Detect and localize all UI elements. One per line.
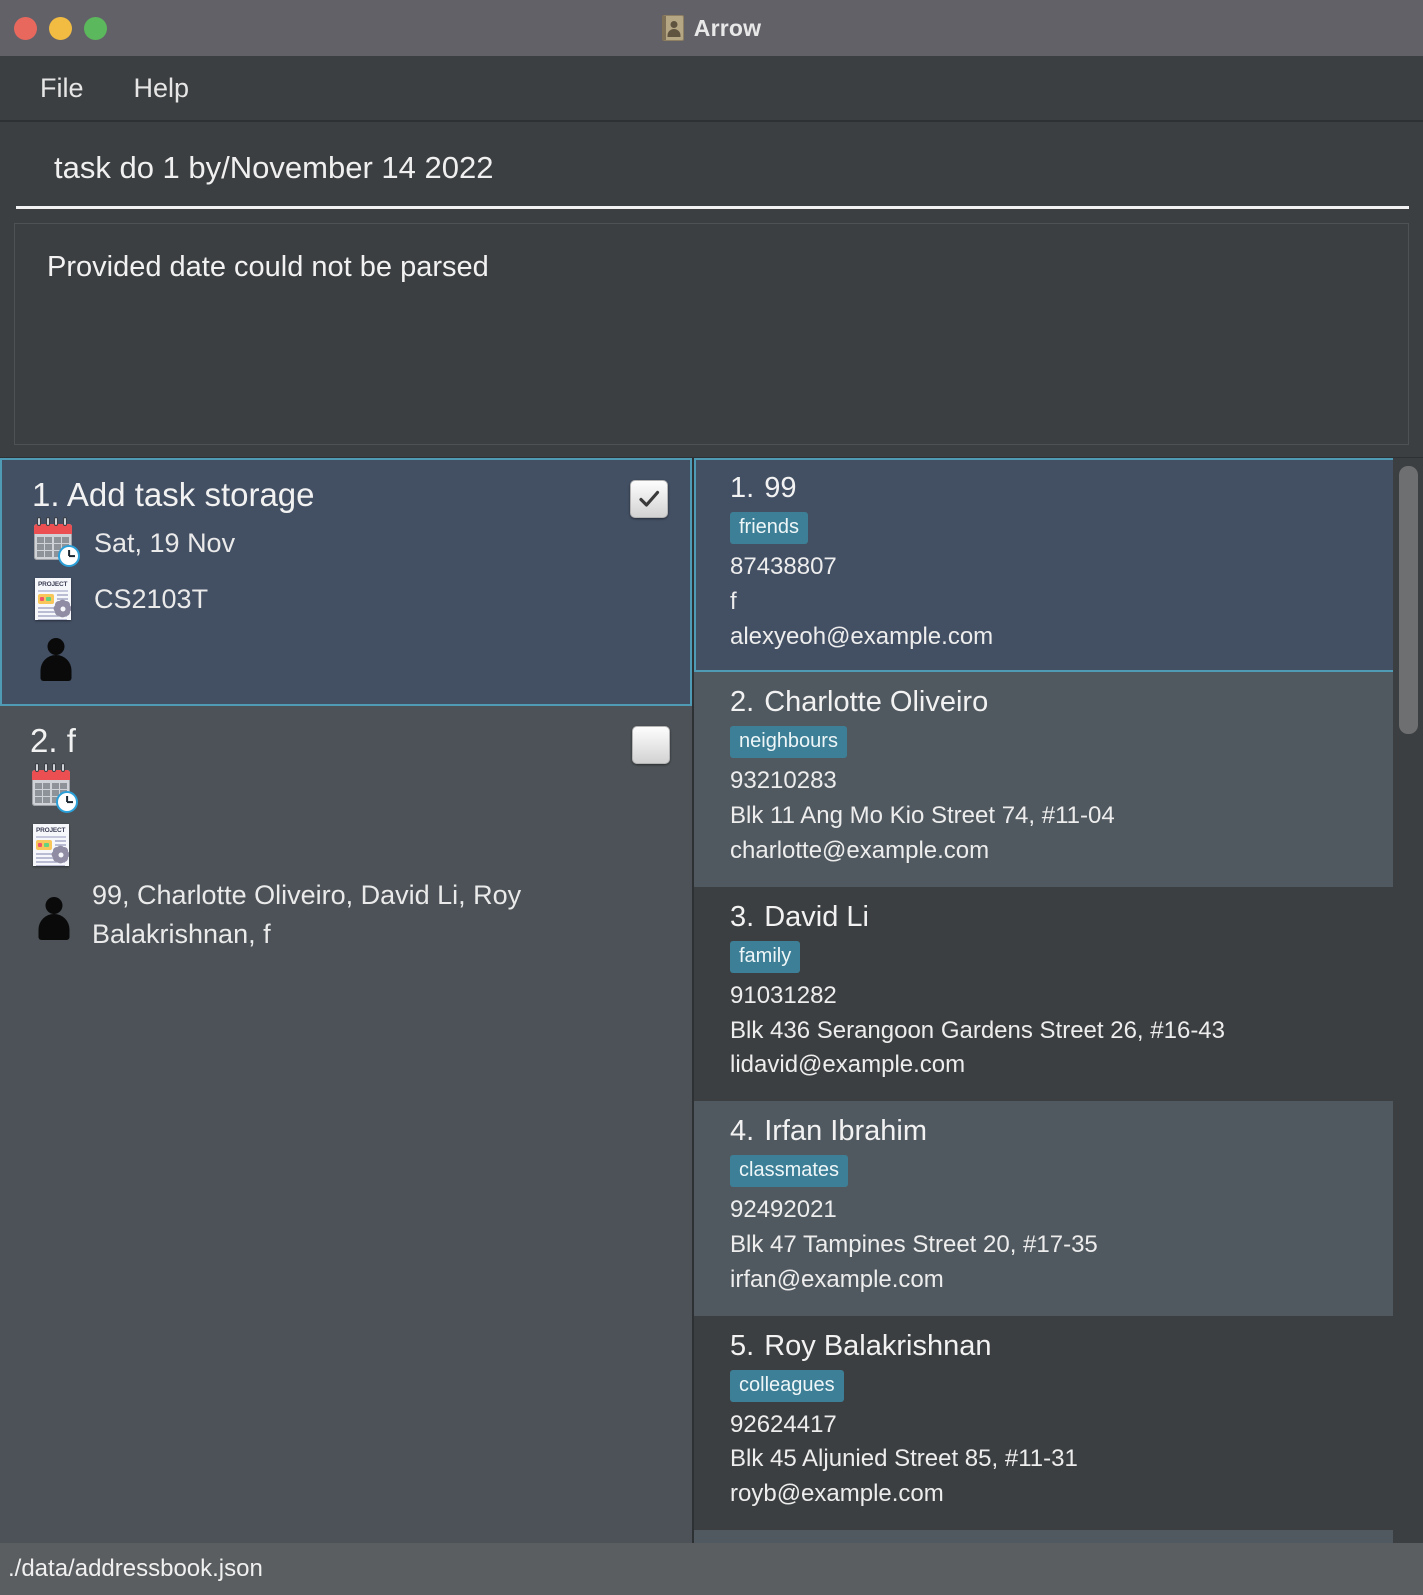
person-name: Charlotte Oliveiro — [764, 686, 989, 719]
person-tag: family — [730, 940, 801, 973]
person-name-row: 3. David Li — [730, 901, 1397, 934]
person-phone: 91031282 — [730, 981, 837, 1009]
person-address: f — [730, 587, 737, 615]
task-deadline-row — [30, 763, 668, 816]
address-book-icon — [661, 15, 684, 41]
task-list-panel: 1. Add task storage Sat, 19 Nov PROJECT … — [0, 458, 694, 1543]
person-email: royb@example.com — [730, 1480, 944, 1508]
person-index: 3. — [730, 900, 755, 933]
title-bar: Arrow — [0, 0, 1423, 56]
task-done-checkbox-checked[interactable] — [630, 480, 668, 518]
person-phone: 92492021 — [730, 1196, 837, 1224]
person-phone: 87438807 — [730, 553, 837, 580]
result-message: Provided date could not be parsed — [47, 251, 489, 283]
person-name-row: 5. Roy Balakrishnan — [730, 1330, 1397, 1363]
task-title: 2. f — [30, 722, 76, 759]
person-name-row: 1. 99 — [730, 472, 1397, 505]
person-card[interactable]: 1. 99 friends 87438807 f alexyeoh@example… — [694, 458, 1423, 673]
main-content-split: 1. Add task storage Sat, 19 Nov PROJECT … — [0, 457, 1423, 1543]
person-index: 4. — [730, 1115, 755, 1148]
task-people-row — [32, 630, 666, 682]
person-name: Irfan Ibrahim — [764, 1115, 927, 1148]
person-card[interactable]: 4. Irfan Ibrahim classmates 92492021 Blk … — [694, 1101, 1423, 1316]
application-window: Arrow File Help Provided date could not … — [0, 0, 1423, 1595]
task-people-row: 99, Charlotte Oliveiro, David Li, Roy Ba… — [30, 876, 668, 954]
person-index: 2. — [730, 686, 755, 719]
calendar-clock-icon — [30, 763, 78, 813]
person-tag: colleagues — [730, 1369, 844, 1402]
task-title: 1. Add task storage — [32, 476, 315, 513]
save-location-text: ./data/addressbook.json — [8, 1555, 263, 1582]
task-project-text: CS2103T — [94, 584, 209, 615]
person-list-panel: 1. 99 friends 87438807 f alexyeoh@example… — [694, 458, 1423, 1543]
task-done-checkbox-unchecked[interactable] — [632, 726, 670, 764]
task-project-row: PROJECT — [30, 820, 668, 872]
menu-bar: File Help — [0, 56, 1423, 122]
person-tag: neighbours — [730, 726, 847, 759]
person-email: irfan@example.com — [730, 1265, 944, 1293]
person-tag: classmates — [730, 1155, 849, 1188]
person-name-row: 4. Irfan Ibrahim — [730, 1115, 1397, 1148]
close-window-button[interactable] — [14, 16, 37, 40]
person-address: Blk 436 Serangoon Gardens Street 26, #16… — [730, 1016, 1225, 1044]
status-bar: ./data/addressbook.json — [0, 1543, 1423, 1595]
window-title: Arrow — [693, 14, 762, 41]
person-list-scrollbar-thumb[interactable] — [1399, 466, 1418, 734]
window-controls — [14, 16, 107, 40]
task-deadline-row: Sat, 19 Nov — [32, 517, 666, 570]
person-name: David Li — [764, 900, 869, 933]
menu-item-file[interactable]: File — [36, 71, 88, 106]
person-name: Roy Balakrishnan — [764, 1329, 992, 1362]
project-document-icon: PROJECT — [30, 823, 78, 869]
task-project-row: PROJECT CS2103T — [32, 574, 666, 626]
person-email: alexyeoh@example.com — [730, 622, 994, 650]
command-input-wrapper — [16, 142, 1409, 209]
person-card[interactable]: 5. Roy Balakrishnan colleagues 92624417 B… — [694, 1315, 1423, 1530]
person-phone: 92624417 — [730, 1410, 837, 1438]
command-area — [0, 122, 1423, 209]
person-index: 1. — [730, 472, 755, 504]
person-name: 99 — [764, 472, 797, 504]
person-email: charlotte@example.com — [730, 836, 990, 864]
person-phone: 93210283 — [730, 767, 837, 795]
task-card[interactable]: 1. Add task storage Sat, 19 Nov PROJECT … — [0, 458, 692, 706]
person-address: Blk 45 Aljunied Street 85, #11-31 — [730, 1445, 1078, 1473]
maximize-window-button[interactable] — [84, 16, 107, 40]
project-document-icon: PROJECT — [32, 577, 80, 623]
person-address: Blk 47 Tampines Street 20, #17-35 — [730, 1230, 1098, 1258]
calendar-clock-icon — [32, 517, 80, 567]
result-display-box: Provided date could not be parsed — [14, 223, 1409, 445]
person-index: 5. — [730, 1329, 755, 1362]
result-area: Provided date could not be parsed — [0, 209, 1423, 457]
task-people-text: 99, Charlotte Oliveiro, David Li, Roy Ba… — [92, 880, 522, 950]
person-icon — [32, 633, 80, 681]
menu-item-help[interactable]: Help — [130, 71, 194, 106]
person-card[interactable]: 2. Charlotte Oliveiro neighbours 93210283… — [694, 672, 1423, 887]
person-list-scrollbar[interactable] — [1393, 458, 1423, 1543]
command-input[interactable] — [16, 142, 1409, 194]
person-icon — [30, 892, 78, 941]
person-name-row: 2. Charlotte Oliveiro — [730, 686, 1397, 719]
person-tag: friends — [730, 512, 809, 544]
person-email: lidavid@example.com — [730, 1051, 966, 1079]
person-card[interactable]: 3. David Li family 91031282 Blk 436 Seran… — [694, 886, 1423, 1102]
task-card[interactable]: 2. f PROJECT 99, Charlotte Oliveiro, Dav… — [0, 706, 692, 977]
person-card[interactable] — [694, 1529, 1423, 1543]
person-address: Blk 11 Ang Mo Kio Street 74, #11-04 — [730, 802, 1115, 830]
minimize-window-button[interactable] — [49, 16, 72, 40]
person-list: 1. 99 friends 87438807 f alexyeoh@example… — [694, 458, 1423, 1543]
task-deadline-text: Sat, 19 Nov — [94, 528, 236, 559]
window-title-group: Arrow — [0, 0, 1423, 56]
